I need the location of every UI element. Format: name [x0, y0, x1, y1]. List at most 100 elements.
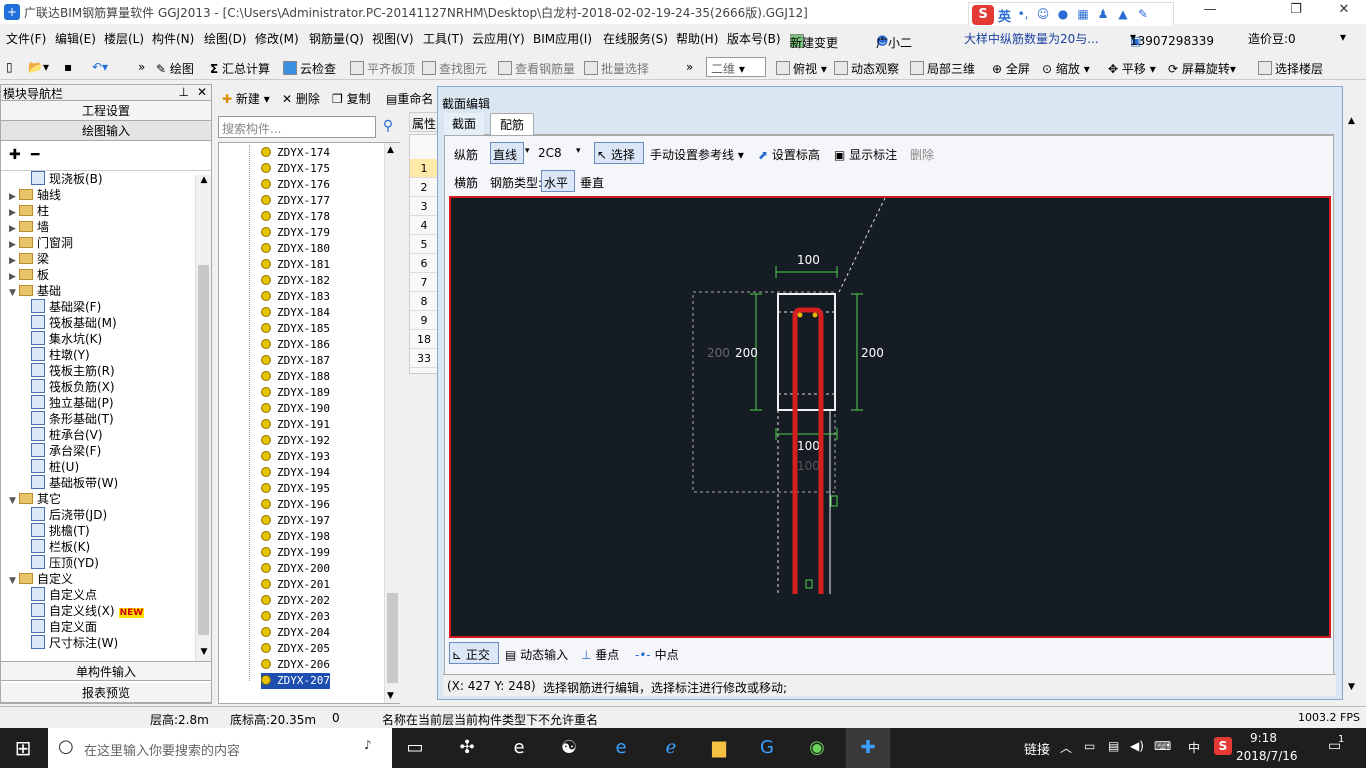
tree-item[interactable]: ▼ 自定义 — [9, 571, 73, 587]
punct-icon[interactable]: •, — [1015, 7, 1031, 23]
tree-item[interactable]: ▶ 柱 — [9, 203, 49, 219]
component-list-item[interactable]: ZDYX-196 — [261, 497, 330, 513]
tree-item[interactable]: ▶ 梁 — [9, 251, 49, 267]
view-rebar-button[interactable]: 查看钢筋量 — [498, 60, 575, 77]
tray-chevron-icon[interactable]: ︿ — [1060, 739, 1072, 756]
tree-item[interactable]: 柱墩(Y) — [31, 347, 90, 363]
right-scroll-down-icon[interactable]: ▼ — [1348, 682, 1355, 692]
menu-view[interactable]: 视图(V) — [372, 30, 414, 47]
tree-item[interactable]: 自定义线(X) NEW — [31, 603, 145, 619]
component-list-item[interactable]: ZDYX-179 — [261, 225, 330, 241]
tree-item[interactable]: 桩(U) — [31, 459, 79, 475]
list-scrollbar[interactable]: ▲ ▼ — [384, 143, 400, 703]
menu-cloud[interactable]: 云应用(Y) — [472, 30, 525, 47]
component-list-item[interactable]: ZDYX-201 — [261, 577, 330, 593]
tree-item[interactable]: ▼ 其它 — [9, 491, 61, 507]
app-fan-icon[interactable]: ✣ — [454, 736, 480, 760]
grid-row-number[interactable]: 6 — [410, 254, 438, 273]
component-list-item[interactable]: ZDYX-206 — [261, 657, 330, 673]
mic-icon[interactable]: ● — [1055, 7, 1071, 23]
ortho-toggle[interactable]: ⊾ 正交 — [449, 642, 499, 664]
save-icon[interactable]: ▪ — [64, 60, 72, 74]
grid-row-number[interactable]: 4 — [410, 216, 438, 235]
collapse-arrow-icon[interactable]: ▼ — [9, 573, 19, 589]
collapse-arrow-icon[interactable]: ▼ — [9, 285, 19, 301]
tree-item[interactable]: 基础板带(W) — [31, 475, 118, 491]
component-list-item[interactable]: ZDYX-185 — [261, 321, 330, 337]
section-canvas[interactable]: 100 200 200 200 100 100 — [449, 196, 1331, 638]
zoom-button[interactable]: ⊙ 缩放 ▾ — [1042, 60, 1090, 77]
menu-draw[interactable]: 绘图(D) — [204, 30, 247, 47]
emoji-icon[interactable]: ☺ — [1035, 7, 1051, 23]
windows-start-icon[interactable]: ⊞ — [10, 736, 36, 760]
single-input-button[interactable]: 单构件输入 — [1, 661, 211, 681]
menu-modify[interactable]: 修改(M) — [255, 30, 299, 47]
edge-icon[interactable]: e — [608, 736, 634, 760]
overflow-icon[interactable]: » — [138, 60, 145, 74]
taskbar-link[interactable]: 链接 — [1024, 739, 1050, 758]
list-scroll-thumb[interactable] — [387, 593, 398, 683]
dim-top-text[interactable]: 100 — [797, 253, 820, 267]
tree-item[interactable]: ▶ 墙 — [9, 219, 49, 235]
close-icon[interactable]: ✕ — [197, 85, 207, 99]
tab-section[interactable]: 截面 — [444, 113, 484, 135]
undo-icon[interactable]: ↶▾ — [92, 60, 108, 74]
component-list-item[interactable]: ZDYX-176 — [261, 177, 330, 193]
price-beans[interactable]: 造价豆:0 — [1248, 30, 1296, 47]
browser-360-icon[interactable]: ◉ — [804, 736, 830, 760]
task-view-icon[interactable]: ▭ — [402, 736, 428, 760]
component-list-item[interactable]: ZDYX-203 — [261, 609, 330, 625]
ie-icon[interactable]: e — [506, 736, 532, 760]
dynamic-view-button[interactable]: 动态观察 — [834, 60, 899, 77]
component-list-item[interactable]: ZDYX-199 — [261, 545, 330, 561]
grid-row-number[interactable]: 7 — [410, 273, 438, 292]
component-list-item[interactable]: ZDYX-174 — [261, 145, 330, 161]
rename-component-button[interactable]: ▤重命名 — [386, 90, 436, 107]
top-view-button[interactable]: 俯视 ▾ — [776, 60, 827, 77]
menu-new-change[interactable]: 新建变更 ▾ — [790, 30, 838, 50]
grid-row-number[interactable]: 33 — [410, 349, 438, 368]
tree-item[interactable]: ▶ 轴线 — [9, 187, 61, 203]
tree-item[interactable]: 尺寸标注(W) — [31, 635, 118, 651]
cloud-check-button[interactable]: 云检查 — [283, 60, 336, 77]
rotate-button[interactable]: ⟳ 屏幕旋转▾ — [1168, 60, 1236, 77]
close-button[interactable]: ✕ — [1322, 2, 1366, 22]
component-list-item[interactable]: ZDYX-186 — [261, 337, 330, 353]
report-preview-button[interactable]: 报表预览 — [1, 683, 211, 703]
elev-marker[interactable] — [830, 495, 838, 507]
draw-mode-select[interactable]: 直线 — [490, 142, 524, 164]
component-list-item[interactable]: ZDYX-195 — [261, 481, 330, 497]
restore-button[interactable]: ❐ — [1274, 2, 1318, 22]
expand-all-icon[interactable]: ✚ — [9, 147, 21, 163]
sogou-tray-icon[interactable]: S — [1214, 737, 1232, 755]
tree-item[interactable]: 筏板主筋(R) — [31, 363, 115, 379]
ime-lang-indicator[interactable]: 中 — [1188, 739, 1200, 756]
sum-button[interactable]: Σ 汇总计算 — [210, 60, 270, 77]
spec-dropdown-icon[interactable]: ▾ — [576, 146, 581, 156]
rebar-point[interactable] — [812, 312, 818, 318]
align-top-button[interactable]: 平齐板顶 — [350, 60, 415, 77]
dynamic-input-toggle[interactable]: ▤ 动态输入 — [505, 646, 568, 663]
component-list-item[interactable]: ZDYX-204 — [261, 625, 330, 641]
notice-text[interactable]: 大样中纵筋数量为20与... — [964, 30, 1099, 47]
menu-online[interactable]: 在线服务(S) — [603, 30, 668, 47]
grid-row-number[interactable]: 18 — [410, 330, 438, 349]
keyboard-icon[interactable]: ▦ — [1075, 7, 1091, 23]
list-scroll-down-icon[interactable]: ▼ — [387, 691, 394, 701]
new-file-icon[interactable]: ▯ — [6, 60, 13, 74]
tree-item[interactable]: 桩承台(V) — [31, 427, 103, 443]
find-element-button[interactable]: 查找图元 — [422, 60, 487, 77]
keyboard-icon[interactable]: ⌨ — [1154, 739, 1171, 753]
show-mark-button[interactable]: ▣ 显示标注 — [834, 146, 897, 163]
component-list-item[interactable]: ZDYX-188 — [261, 369, 330, 385]
tree-item[interactable]: 条形基础(T) — [31, 411, 114, 427]
component-list-item[interactable]: ZDYX-198 — [261, 529, 330, 545]
wrench-icon[interactable]: ✎ — [1135, 7, 1151, 23]
pan-button[interactable]: ✥ 平移 ▾ — [1108, 60, 1156, 77]
more-chevron-icon[interactable]: ▾ — [1340, 30, 1346, 44]
tree-item[interactable]: 基础梁(F) — [31, 299, 101, 315]
component-list-item[interactable]: ZDYX-200 — [261, 561, 330, 577]
dim-bottom-text[interactable]: 100 — [797, 439, 820, 453]
set-elevation-button[interactable]: ⬈ 设置标高 — [758, 146, 820, 163]
tree-item[interactable]: 栏板(K) — [31, 539, 90, 555]
